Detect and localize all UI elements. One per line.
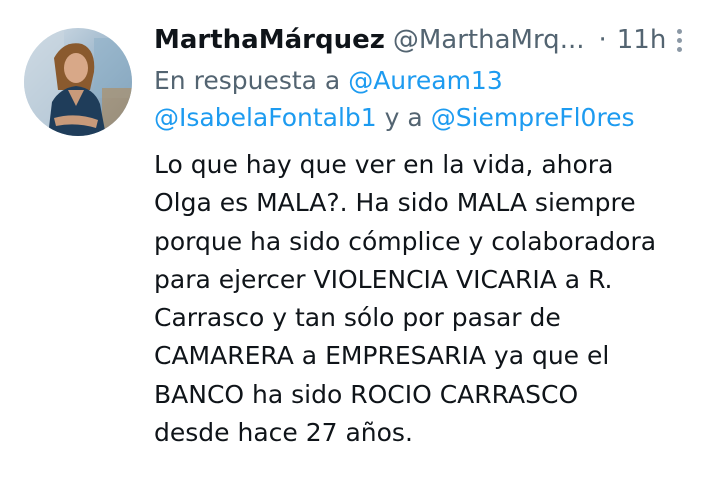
tweet-text-line: BANCO ha sido ROCIO CARRASCO: [154, 379, 579, 409]
mention-link[interactable]: @SiempreFl0res: [431, 103, 635, 132]
tweet-text-line: Carrasco y tan sólo por pasar de: [154, 303, 561, 333]
avatar[interactable]: [24, 28, 132, 136]
reply-context-continued: @IsabelaFontalb1 y a @SiempreFl0res: [154, 99, 694, 136]
mention-link[interactable]: @Auream13: [348, 66, 503, 95]
separator-dot: ·: [598, 25, 607, 55]
tweet-text-line: CAMARERA a EMPRESARIA ya que el: [154, 341, 610, 371]
reply-conjunction: y a: [384, 103, 423, 132]
tweet-header: MarthaMárquez @MarthaMrq... · 11h: [154, 18, 694, 62]
tweet-text: Lo que hay que ver en la vida, ahora Olg…: [154, 146, 694, 452]
tweet-text-line: porque ha sido cómplice y colaboradora: [154, 226, 657, 256]
reply-context: En respuesta a @Auream13: [154, 62, 694, 99]
timestamp[interactable]: 11h: [617, 18, 667, 62]
mention-link[interactable]: @IsabelaFontalb1: [154, 103, 377, 132]
tweet-content: MarthaMárquez @MarthaMrq... · 11h En res…: [154, 18, 694, 452]
more-dot: [677, 29, 682, 34]
tweet-card[interactable]: MarthaMárquez @MarthaMrq... · 11h En res…: [0, 0, 720, 478]
tweet-text-line: para ejercer VIOLENCIA VICARIA a R.: [154, 264, 613, 294]
more-dot: [677, 38, 682, 43]
reply-prefix: En respuesta a: [154, 66, 341, 95]
author-name[interactable]: MarthaMárquez: [154, 18, 385, 62]
tweet-text-line: Olga es MALA?. Ha sido MALA siempre: [154, 188, 636, 218]
more-vertical-icon[interactable]: [670, 27, 690, 55]
tweet-text-line: Lo que hay que ver en la vida, ahora: [154, 150, 614, 179]
avatar-photo: [24, 28, 132, 136]
tweet-text-line: desde hace 27 años.: [154, 418, 413, 448]
author-handle[interactable]: @MarthaMrq...: [393, 18, 585, 62]
more-dot: [677, 47, 682, 52]
